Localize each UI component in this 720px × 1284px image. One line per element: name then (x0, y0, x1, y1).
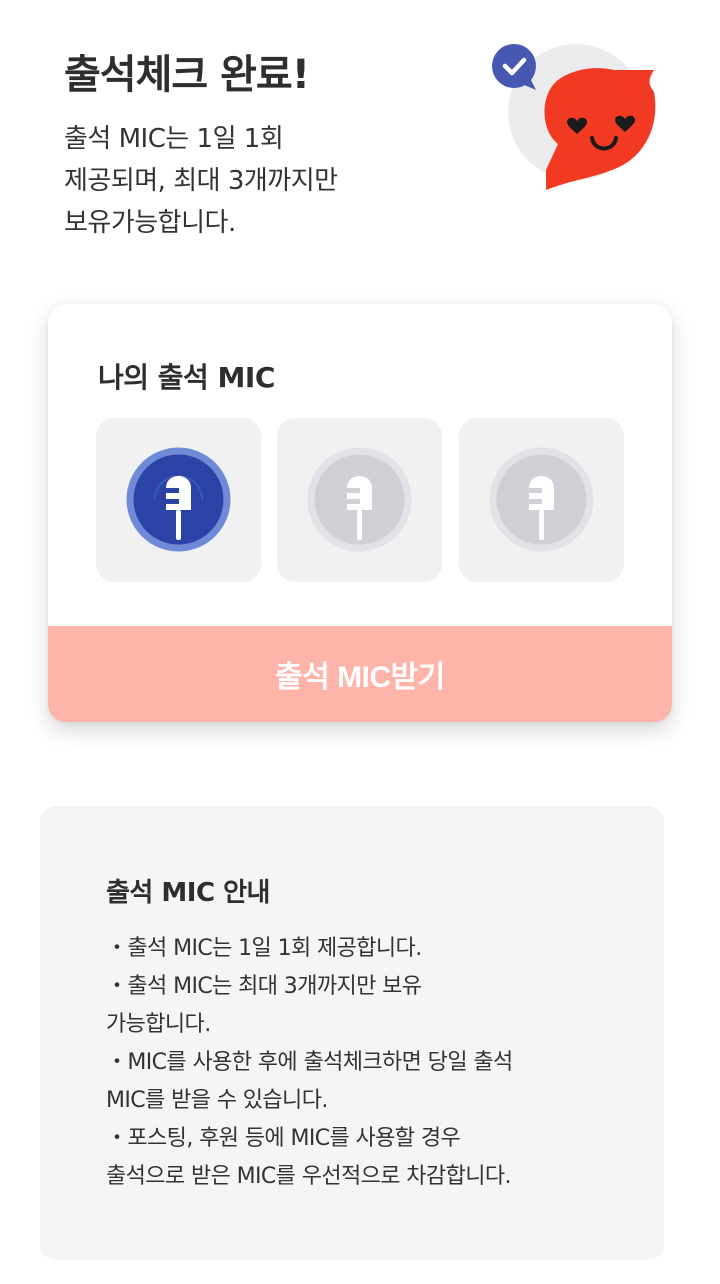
header-description: 출석 MIC는 1일 1회 제공되며, 최대 3개까지만 보유가능합니다. (64, 124, 338, 238)
mic-slots (96, 418, 624, 582)
info-item: ・출석 MIC는 최대 3개까지만 보유 가능합니다. (106, 974, 422, 1037)
attendance-page: 출석체크 완료! 출석 MIC는 1일 1회 제공되며, 최대 3개까지만 보유… (0, 0, 720, 1284)
mic-slot-1 (96, 418, 261, 582)
info-item: ・MIC를 사용한 후에 출석체크하면 당일 출석 MIC를 받을 수 있습니다… (106, 1050, 513, 1113)
mic-info-panel: 출석 MIC 안내 ・출석 MIC는 1일 1회 제공합니다. ・출석 MIC는… (40, 806, 664, 1260)
mic-coin-active-icon (126, 447, 231, 552)
card-title: 나의 출석 MIC (98, 361, 275, 394)
info-title: 출석 MIC 안내 (106, 878, 270, 908)
receive-mic-button[interactable]: 출석 MIC받기 (48, 626, 672, 722)
info-item: ・포스팅, 후원 등에 MIC를 사용할 경우 출석으로 받은 MIC를 우선적… (106, 1126, 511, 1189)
mascot-icon (492, 44, 656, 190)
mic-slot-2 (277, 418, 442, 582)
mic-coin-inactive-icon (489, 447, 594, 552)
page-title: 출석체크 완료! (64, 52, 310, 98)
mic-slot-3 (459, 418, 624, 582)
info-list: ・출석 MIC는 1일 1회 제공합니다. ・출석 MIC는 최대 3개까지만 … (106, 930, 636, 1196)
mic-coin-inactive-icon (307, 447, 412, 552)
my-mic-card: 나의 출석 MIC 출석 MIC받기 (48, 304, 672, 722)
info-item: ・출석 MIC는 1일 1회 제공합니다. (106, 936, 422, 961)
